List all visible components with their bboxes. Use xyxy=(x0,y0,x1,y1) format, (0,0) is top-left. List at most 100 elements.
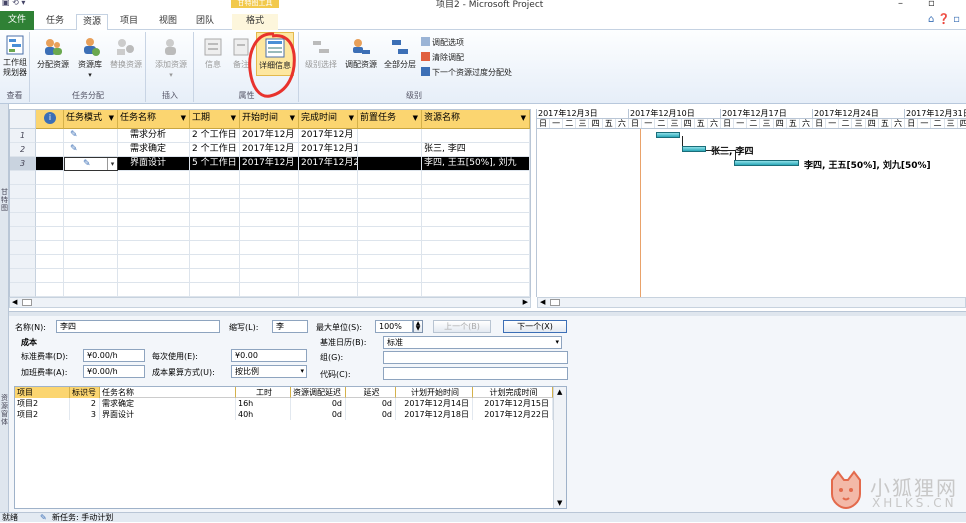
restore-icon[interactable]: ▫ xyxy=(928,0,935,9)
day-label: 四 xyxy=(682,119,695,128)
level-selection-button[interactable]: 级别选择 xyxy=(302,36,340,70)
group-label-view: 查看 xyxy=(6,91,23,100)
group-field[interactable] xyxy=(383,351,568,364)
scroll-left-icon[interactable]: ◀ xyxy=(540,298,545,306)
help-icon[interactable]: ⌂ ❓ ▫ xyxy=(928,15,960,25)
asg-col-project[interactable]: 项目 xyxy=(15,387,70,398)
scroll-thumb[interactable] xyxy=(550,299,560,306)
accrue-select[interactable]: 按比例 ▾ xyxy=(231,365,307,378)
tab-resource[interactable]: 资源 xyxy=(76,14,108,31)
team-planner-button[interactable]: 工作组规划器 xyxy=(0,34,30,78)
previous-button[interactable]: 上一个(B) xyxy=(433,320,491,333)
next-overallocation-button[interactable]: 下一个资源过度分配处 xyxy=(421,67,512,78)
scroll-down-icon[interactable]: ▼ xyxy=(557,499,562,507)
resource-pool-icon xyxy=(84,38,100,56)
level-resource-button[interactable]: 调配资源 xyxy=(342,36,380,70)
base-calendar-label: 基准日历(B): xyxy=(320,338,367,347)
std-rate-field[interactable]: ¥0.00/h xyxy=(83,349,145,362)
week-header: 2017年12月10日 xyxy=(629,109,721,119)
col-start[interactable]: 开始时间 ▼ xyxy=(240,110,299,129)
std-rate-label: 标准费率(D): xyxy=(21,352,69,361)
base-calendar-select[interactable]: 标准 ▾ xyxy=(383,336,562,349)
col-finish[interactable]: 完成时间 ▼ xyxy=(299,110,358,129)
day-label: 二 xyxy=(747,119,761,128)
day-label: 三 xyxy=(576,119,590,128)
ribbon: 工作组规划器 查看 分配资源 资源库 ▾ 替换资源 任务分配 添加资源 ▾ 插入 信… xyxy=(0,30,966,104)
minimize-icon[interactable]: – xyxy=(898,0,903,9)
scroll-thumb[interactable] xyxy=(22,299,32,306)
scroll-left-icon[interactable]: ◀ xyxy=(12,298,17,306)
task-mode-icon[interactable]: ✎ xyxy=(64,143,118,157)
assignments-table: 项目 标识号 任务名称 工时 资源调配延迟 延迟 计划开始时间 计划完成时间 项… xyxy=(14,386,567,509)
col-duration[interactable]: 工期 ▼ xyxy=(190,110,240,129)
per-use-label: 每次使用(E): xyxy=(152,352,198,361)
add-resources-button[interactable]: 添加资源 ▾ xyxy=(151,36,191,80)
day-label: 四 xyxy=(958,119,966,128)
ribbon-tabs: 文件 任务 资源 项目 视图 团队 格式 ⌂ ❓ ▫ xyxy=(0,11,966,31)
assignments-vertical-scrollbar[interactable]: ▲ ▼ xyxy=(553,387,566,508)
day-label: 三 xyxy=(761,119,774,128)
annotation-circle xyxy=(248,32,296,98)
next-button[interactable]: 下一个(X) xyxy=(503,320,567,333)
asg-col-sched-start[interactable]: 计划开始时间 xyxy=(396,387,473,398)
tab-task[interactable]: 任务 xyxy=(40,14,70,30)
day-label: 六 xyxy=(708,119,721,128)
day-label: 六 xyxy=(616,119,629,128)
asg-col-id[interactable]: 标识号 xyxy=(70,387,100,398)
max-units-spinner[interactable]: ▲ ▼ xyxy=(413,320,423,333)
day-label: 一 xyxy=(826,119,840,128)
chevron-down-icon[interactable]: ▾ xyxy=(107,158,117,170)
gantt-bar-task-3[interactable] xyxy=(734,160,799,166)
max-units-field[interactable]: 100% xyxy=(375,320,413,333)
side-label-gantt[interactable]: 甘特图 xyxy=(0,188,9,212)
asg-col-work[interactable]: 工时 xyxy=(236,387,291,398)
scroll-up-icon[interactable]: ▲ xyxy=(557,388,562,396)
group-level: 级别选择 调配资源 全部分层 调配选项 清除调配 下一个资源过度分配处 级别 xyxy=(300,32,528,102)
gantt-bar-task-2[interactable] xyxy=(682,146,706,152)
people-icon xyxy=(45,39,62,55)
chevron-down-icon: ▾ xyxy=(300,367,304,375)
asg-col-sched-finish[interactable]: 计划完成时间 xyxy=(473,387,553,398)
grid-corner[interactable] xyxy=(10,110,36,129)
col-info[interactable]: i xyxy=(36,110,64,129)
resource-pool-button[interactable]: 资源库 ▾ xyxy=(73,36,107,80)
code-field[interactable] xyxy=(383,367,568,380)
asg-col-level-delay[interactable]: 资源调配延迟 xyxy=(291,387,346,398)
fox-logo-icon xyxy=(831,470,861,510)
col-resource-names[interactable]: 资源名称 ▼ xyxy=(422,110,530,129)
level-all-button[interactable]: 全部分层 xyxy=(382,36,418,70)
col-predecessors[interactable]: 前置任务 ▼ xyxy=(358,110,422,129)
tab-team[interactable]: 团队 xyxy=(190,14,220,30)
week-header: 2017年12月24日 xyxy=(813,109,905,119)
task-mode-icon[interactable]: ✎ xyxy=(64,129,118,143)
col-task-mode[interactable]: 任务模式 ▼ xyxy=(64,110,118,129)
side-label-resource-form[interactable]: 资源窗体 xyxy=(0,394,9,426)
col-task-name[interactable]: 任务名称 ▼ xyxy=(118,110,190,129)
name-field[interactable]: 李四 xyxy=(56,320,220,333)
clear-leveling-button[interactable]: 清除调配 xyxy=(421,52,464,63)
day-label: 六 xyxy=(892,119,906,128)
tab-file[interactable]: 文件 xyxy=(0,11,34,30)
title-bar: ▣ ⟲ ▾ 甘特图工具 项目2 - Microsoft Project – ▫ xyxy=(0,0,966,11)
day-label: 三 xyxy=(853,119,866,128)
task-mode-dropdown[interactable]: ✎ ▾ xyxy=(64,157,118,171)
information-button[interactable]: 信息 xyxy=(198,36,228,70)
gantt-bar-task-1[interactable] xyxy=(656,132,680,138)
initials-field[interactable]: 李 xyxy=(272,320,308,333)
leveling-options-button[interactable]: 调配选项 xyxy=(421,37,464,48)
day-label: 五 xyxy=(603,119,616,128)
asg-col-task[interactable]: 任务名称 xyxy=(100,387,236,398)
per-use-field[interactable]: ¥0.00 xyxy=(231,349,307,362)
assign-resources-button[interactable]: 分配资源 xyxy=(35,36,71,70)
gantt-horizontal-scrollbar[interactable]: ◀ xyxy=(537,297,966,308)
tab-format[interactable]: 格式 xyxy=(232,14,278,30)
tab-view[interactable]: 视图 xyxy=(152,14,184,30)
leveling-options-icon xyxy=(421,37,430,46)
ovt-rate-field[interactable]: ¥0.00/h xyxy=(83,365,145,378)
quick-access-toolbar[interactable]: ▣ ⟲ ▾ xyxy=(2,0,25,7)
substitute-resource-button[interactable]: 替换资源 xyxy=(107,36,145,70)
grid-horizontal-scrollbar[interactable]: ◀ ▶ xyxy=(9,297,531,308)
scroll-right-icon[interactable]: ▶ xyxy=(523,298,528,306)
asg-col-delay[interactable]: 延迟 xyxy=(346,387,396,398)
tab-project[interactable]: 项目 xyxy=(114,14,144,30)
